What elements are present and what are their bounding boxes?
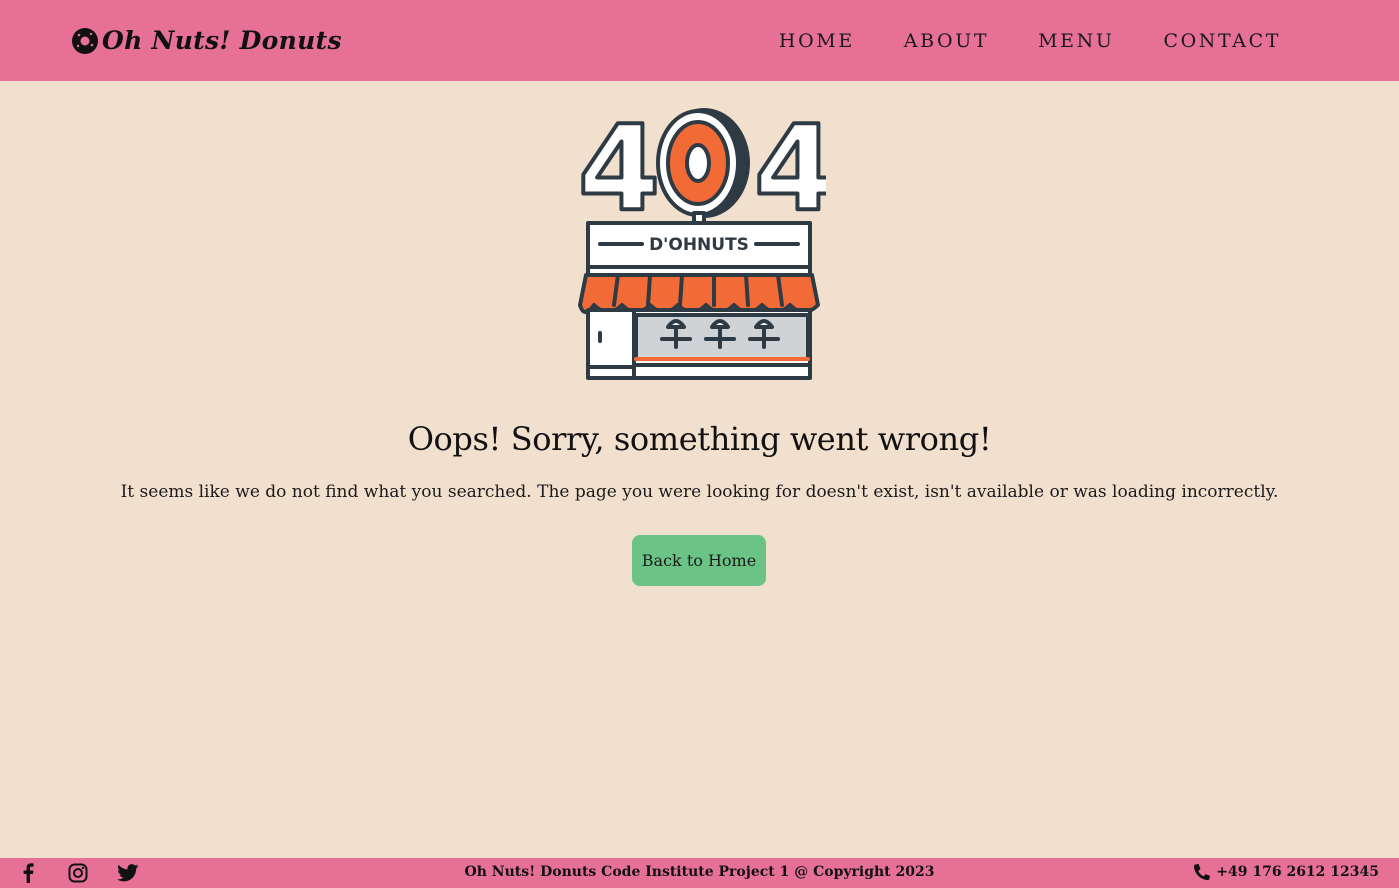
main-nav: HOME ABOUT MENU CONTACT — [779, 30, 1281, 52]
page-title: Oops! Sorry, something went wrong! — [407, 420, 992, 458]
error-message: It seems like we do not find what you se… — [120, 482, 1279, 502]
error-digit-left: 4 — [578, 105, 660, 237]
donut-icon — [72, 27, 98, 54]
shop-sign-text: D'OHNUTS — [649, 235, 749, 255]
phone-number: +49 176 2612 12345 — [1216, 864, 1379, 880]
nav-item-menu[interactable]: MENU — [1038, 30, 1114, 52]
donut-shop-404-illustration: 4 4 D'OHNUTS — [576, 105, 826, 380]
nav-item-contact[interactable]: CONTACT — [1163, 30, 1281, 52]
nav-item-home[interactable]: HOME — [779, 30, 855, 52]
brand-logo-link[interactable]: Oh Nuts! Donuts — [70, 26, 342, 56]
site-header: Oh Nuts! Donuts HOME ABOUT MENU CONTACT — [0, 0, 1399, 81]
page-root: Oh Nuts! Donuts HOME ABOUT MENU CONTACT … — [0, 0, 1399, 888]
nav-item-about[interactable]: ABOUT — [904, 30, 989, 52]
brand-name: Oh Nuts! Donuts — [102, 26, 342, 55]
copyright-text: Oh Nuts! Donuts Code Institute Project 1… — [464, 864, 935, 880]
phone-contact: +49 176 2612 12345 — [1194, 864, 1379, 880]
phone-icon — [1194, 864, 1211, 880]
back-to-home-button[interactable]: Back to Home — [632, 535, 766, 586]
site-footer: Oh Nuts! Donuts Code Institute Project 1… — [0, 858, 1399, 888]
error-digit-right: 4 — [754, 105, 826, 237]
